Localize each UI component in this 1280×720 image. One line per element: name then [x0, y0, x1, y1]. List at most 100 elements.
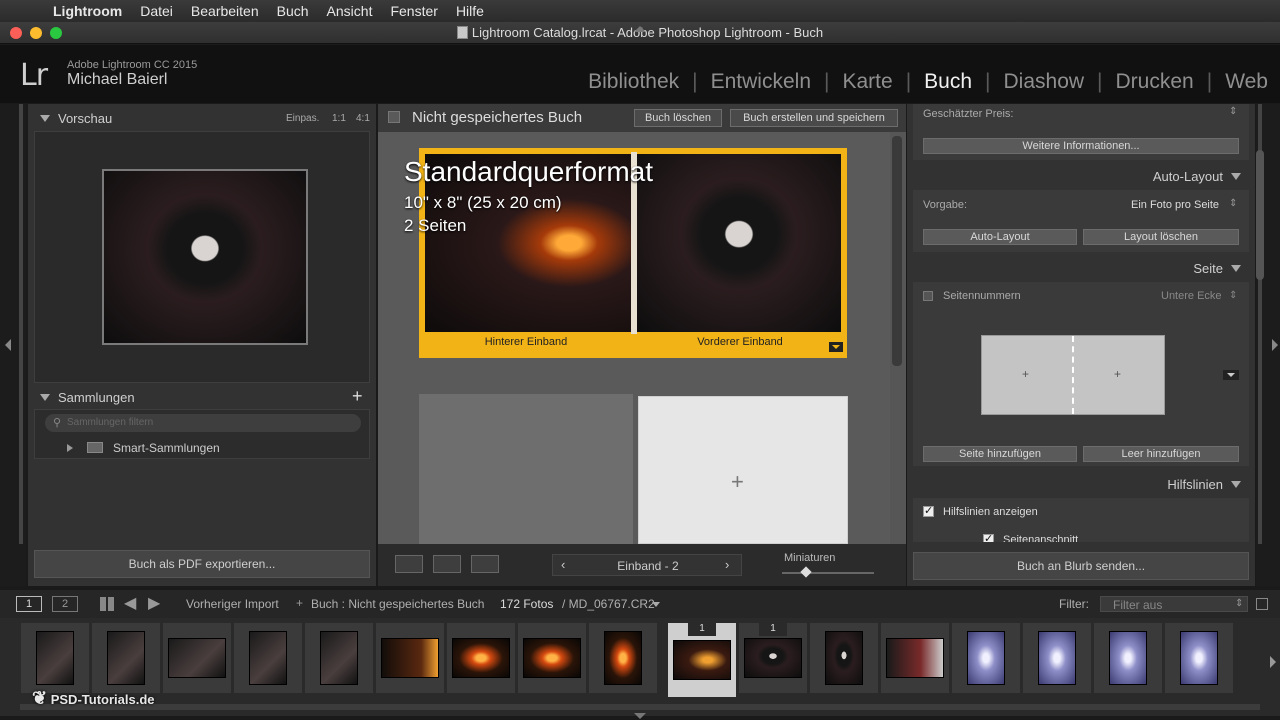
auto-layout-header[interactable]: Auto-Layout: [913, 164, 1249, 188]
book-header: Nicht gespeichertes Buch Buch löschen Bu…: [378, 104, 906, 132]
filmstrip-thumbnail[interactable]: [1022, 622, 1092, 694]
page-numbers-checkbox[interactable]: [923, 291, 933, 301]
bleed-checkbox[interactable]: ✓: [983, 534, 994, 542]
filmstrip-thumbnail[interactable]: [162, 622, 232, 694]
module-entwickeln[interactable]: Entwickeln: [698, 70, 824, 94]
filmstrip-scrollbar[interactable]: [20, 704, 1260, 710]
create-save-book-button[interactable]: Buch erstellen und speichern: [730, 109, 898, 127]
next-page-icon[interactable]: ›: [725, 557, 729, 572]
collections-header[interactable]: Sammlungen +: [34, 385, 370, 409]
filmstrip-thumbnail[interactable]: [375, 622, 445, 694]
filmstrip-thumbnail[interactable]: [233, 622, 303, 694]
add-blank-page-button[interactable]: Leer hinzufügen: [1083, 446, 1239, 462]
format-pages: 2 Seiten: [404, 216, 467, 235]
filmstrip-thumbnail[interactable]: [588, 622, 658, 694]
window-titlebar: Lightroom Catalog.lrcat - Adobe Photosho…: [0, 22, 1280, 44]
list-item[interactable]: Smart-Sammlungen: [65, 440, 355, 456]
export-pdf-button[interactable]: Buch als PDF exportieren...: [34, 550, 370, 578]
stepper-icon[interactable]: ⇕: [1229, 198, 1237, 209]
zoom-1-1[interactable]: 1:1: [332, 113, 346, 124]
current-file[interactable]: / MD_06767.CR2: [562, 597, 655, 611]
send-to-blurb-button[interactable]: Buch an Blurb senden...: [913, 552, 1249, 580]
main-screen-button[interactable]: 1: [16, 596, 42, 612]
more-info-button[interactable]: Weitere Informationen...: [923, 138, 1239, 154]
stepper-icon[interactable]: ⇕: [1229, 106, 1237, 117]
forward-arrow-icon[interactable]: ▶: [148, 593, 160, 613]
spread-view-icon[interactable]: [433, 555, 461, 573]
right-page[interactable]: +: [638, 396, 848, 544]
show-guides-checkbox[interactable]: ✓: [923, 506, 934, 517]
filter-select[interactable]: Filter aus ⇕: [1100, 596, 1248, 612]
preview-image: [102, 169, 308, 345]
clear-layout-button[interactable]: Layout löschen: [1083, 229, 1239, 245]
collapse-triangle-icon: [1231, 481, 1241, 488]
expand-triangle-icon[interactable]: [67, 444, 73, 452]
auto-layout-button[interactable]: Auto-Layout: [923, 229, 1077, 245]
add-collection-icon[interactable]: +: [352, 386, 363, 407]
stepper-icon[interactable]: ⇕: [1229, 290, 1237, 301]
menu-bearbeiten[interactable]: Bearbeiten: [182, 3, 268, 19]
filmstrip-thumbnail[interactable]: [1093, 622, 1163, 694]
filmstrip-thumbnail[interactable]: [446, 622, 516, 694]
preset-select[interactable]: Ein Foto pro Seite: [1131, 199, 1219, 211]
collection-search-input[interactable]: ⚲ Sammlungen filtern: [45, 414, 361, 432]
filmstrip-scroll-right-icon[interactable]: [1270, 656, 1276, 668]
cover-options-dropdown[interactable]: [829, 342, 843, 352]
collapse-top-arrow-icon[interactable]: [634, 26, 646, 32]
slider-handle[interactable]: [800, 566, 812, 578]
page-template-preview[interactable]: + +: [981, 335, 1165, 415]
module-picker: Bibliothek | Entwickeln | Karte | Buch | Dia…: [575, 70, 1280, 94]
book-title: Nicht gespeichertes Buch: [412, 109, 583, 126]
filmstrip-thumbnail[interactable]: [91, 622, 161, 694]
add-photo-icon[interactable]: +: [731, 469, 744, 495]
module-drucken[interactable]: Drucken: [1103, 70, 1207, 94]
module-web[interactable]: Web: [1212, 70, 1280, 94]
multi-page-view-icon[interactable]: [395, 555, 423, 573]
back-arrow-icon[interactable]: ◀: [124, 593, 136, 613]
menu-ansicht[interactable]: Ansicht: [318, 3, 382, 19]
breadcrumb[interactable]: Buch : Nicht gespeichertes Buch: [311, 597, 484, 611]
add-page-button[interactable]: Seite hinzufügen: [923, 446, 1077, 462]
collapse-bottom-arrow-icon[interactable]: [634, 713, 646, 719]
filmstrip-thumbnail[interactable]: [880, 622, 950, 694]
filmstrip-thumbnail[interactable]: [1164, 622, 1234, 694]
page-header[interactable]: Seite: [913, 256, 1249, 280]
collapse-left-arrow-icon[interactable]: [5, 339, 11, 351]
menu-buch[interactable]: Buch: [268, 3, 318, 19]
menu-datei[interactable]: Datei: [131, 3, 182, 19]
menu-hilfe[interactable]: Hilfe: [447, 3, 493, 19]
page-indicator: Einband - 2: [617, 559, 679, 573]
chevron-down-icon[interactable]: [652, 602, 660, 607]
second-screen-button[interactable]: 2: [52, 596, 78, 612]
module-diashow[interactable]: Diashow: [991, 70, 1098, 94]
collapse-right-arrow-icon[interactable]: [1272, 339, 1278, 351]
preview-header[interactable]: Vorschau Einpas. 1:1 4:1: [34, 106, 370, 130]
grid-view-icon[interactable]: [100, 597, 114, 611]
module-bibliothek[interactable]: Bibliothek: [575, 70, 692, 94]
filmstrip-thumbnail[interactable]: [951, 622, 1021, 694]
module-karte[interactable]: Karte: [829, 70, 905, 94]
menu-fenster[interactable]: Fenster: [381, 3, 446, 19]
thumbnail-size-slider[interactable]: [782, 566, 874, 578]
filmstrip-thumbnail[interactable]: [20, 622, 90, 694]
zoom-4-1[interactable]: 4:1: [356, 113, 370, 124]
single-page-view-icon[interactable]: [471, 555, 499, 573]
search-icon: ⚲: [53, 417, 62, 429]
zoom-fit[interactable]: Einpas.: [286, 113, 319, 124]
page-number-position-select[interactable]: Untere Ecke: [1161, 290, 1222, 302]
watermark-logo: ❦ PSD-Tutorials.de: [32, 688, 155, 708]
filmstrip-thumbnail[interactable]: [809, 622, 879, 694]
menu-lightroom[interactable]: Lightroom: [44, 3, 131, 19]
filmstrip-thumbnail[interactable]: [517, 622, 587, 694]
filter-lock-icon[interactable]: [1256, 598, 1268, 610]
right-panel-scrollbar[interactable]: [1256, 150, 1264, 280]
delete-book-button[interactable]: Buch löschen: [634, 109, 722, 127]
filmstrip-thumbnail[interactable]: [304, 622, 374, 694]
canvas-scrollbar[interactable]: [892, 136, 902, 366]
source-link[interactable]: Vorheriger Import: [186, 597, 279, 611]
page-template-dropdown[interactable]: [1223, 370, 1239, 380]
left-page[interactable]: [419, 394, 633, 544]
guides-header[interactable]: Hilfslinien: [913, 472, 1249, 496]
front-cover-photo[interactable]: [637, 154, 841, 332]
module-buch[interactable]: Buch: [911, 70, 985, 94]
